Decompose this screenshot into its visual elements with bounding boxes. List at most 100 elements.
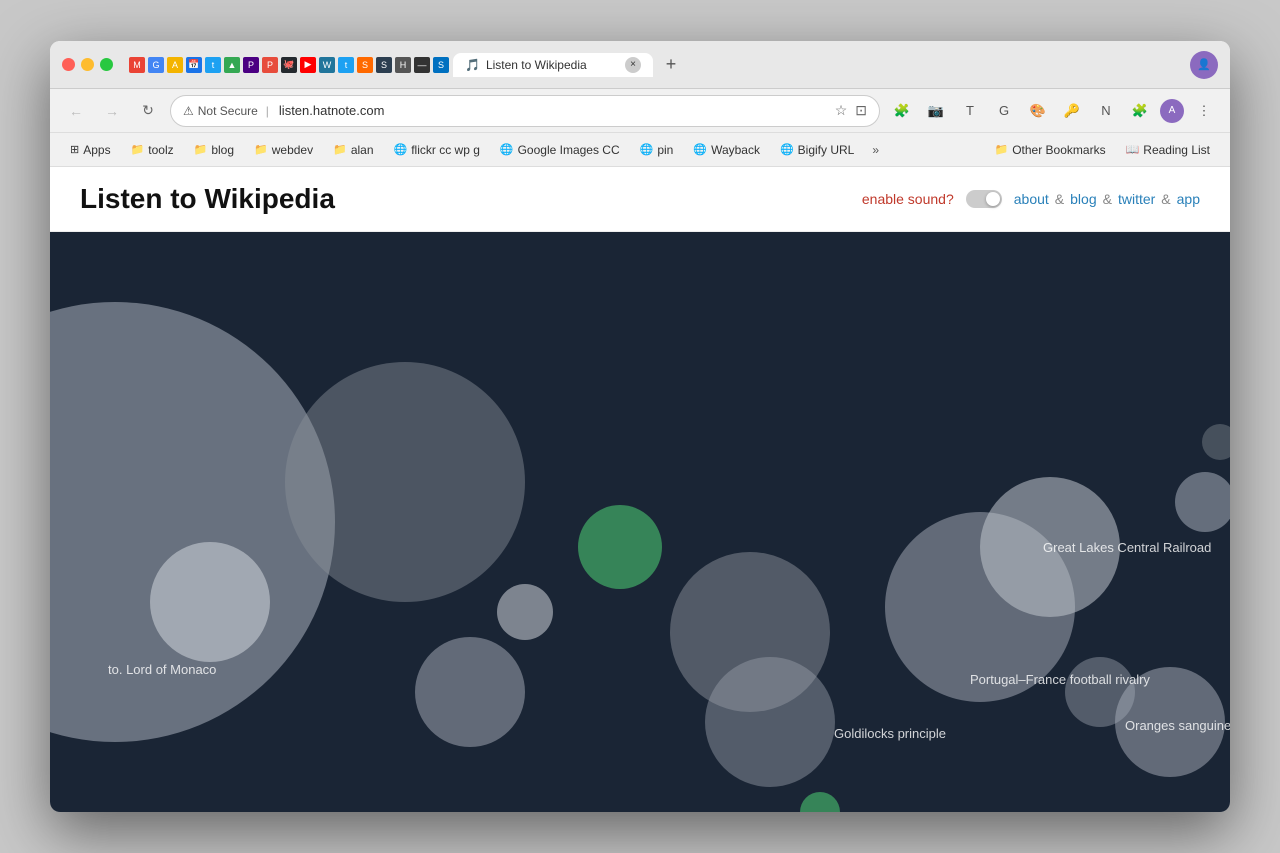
traffic-lights (62, 58, 113, 71)
bubble-b14 (1175, 472, 1230, 532)
title-bar: M G A 📅 t ▲ P P 🐙 ▶ W t S S H — S 🎵 (50, 41, 1230, 89)
bookmark-apps-label: Apps (83, 143, 110, 157)
bookmark-bigify-label: Bigify URL (798, 143, 855, 157)
folder-icon-3: 📁 (254, 143, 268, 156)
bookmark-wayback[interactable]: 🌐 Wayback (685, 140, 768, 160)
profile-icon: 👤 (1197, 58, 1211, 71)
page-header: Listen to Wikipedia enable sound? about … (50, 167, 1230, 232)
page-title: Listen to Wikipedia (80, 183, 335, 215)
bookmark-flickr-label: flickr cc wp g (411, 143, 480, 157)
tab-icon-tw[interactable]: t (205, 57, 221, 73)
bookmark-alan[interactable]: 📁 alan (325, 140, 381, 160)
tab-close-button[interactable]: × (625, 57, 641, 73)
about-link[interactable]: about (1014, 191, 1049, 207)
twitter-link[interactable]: twitter (1118, 191, 1155, 207)
globe-icon-2: 🌐 (500, 143, 514, 156)
bubble-b15 (1202, 424, 1230, 460)
tab-icon-pb[interactable]: P (243, 57, 259, 73)
back-button[interactable]: ← (62, 97, 90, 125)
active-tab[interactable]: 🎵 Listen to Wikipedia × (453, 53, 653, 77)
url-bar[interactable]: ⚠ Not Secure | listen.hatnote.com ☆ ⊡ (170, 95, 880, 127)
maximize-button[interactable] (100, 58, 113, 71)
grammarly-icon[interactable]: G (990, 97, 1018, 125)
tab-icon-pb2[interactable]: P (262, 57, 278, 73)
bookmark-blog-label: blog (211, 143, 234, 157)
tab-icon-dash[interactable]: — (414, 57, 430, 73)
tab-icon-wp[interactable]: W (319, 57, 335, 73)
translate-icon[interactable]: T (956, 97, 984, 125)
bookmark-reading-list[interactable]: 📖 Reading List (1118, 140, 1218, 160)
bookmark-google-images[interactable]: 🌐 Google Images CC (492, 140, 628, 160)
profile-avatar[interactable]: A (1160, 99, 1184, 123)
folder-icon-other: 📁 (995, 143, 1009, 156)
more-options-button[interactable]: ⋮ (1190, 97, 1218, 125)
tab-icon-hp[interactable]: H (395, 57, 411, 73)
bookmark-star-icon[interactable]: ☆ (835, 102, 848, 119)
globe-icon-4: 🌐 (693, 143, 707, 156)
bookmark-pin-label: pin (657, 143, 673, 157)
tab-icon-a[interactable]: A (167, 57, 183, 73)
reading-list-icon: 📖 (1126, 143, 1140, 156)
tab-icon-tw2[interactable]: t (338, 57, 354, 73)
bookmark-webdev-label: webdev (272, 143, 313, 157)
bookmark-bigify[interactable]: 🌐 Bigify URL (772, 140, 862, 160)
tab-icon-g[interactable]: G (148, 57, 164, 73)
url-actions: ☆ ⊡ (835, 102, 867, 119)
bookmark-google-images-label: Google Images CC (518, 143, 620, 157)
security-indicator: ⚠ Not Secure | (183, 104, 273, 118)
bubble-b26 (150, 542, 270, 662)
puzzle-icon[interactable]: 🧩 (1126, 97, 1154, 125)
globe-icon-5: 🌐 (780, 143, 794, 156)
tab-bar: M G A 📅 t ▲ P P 🐙 ▶ W t S S H — S 🎵 (129, 51, 1182, 79)
tab-icon-so[interactable]: S (357, 57, 373, 73)
tab-icon-cal[interactable]: 📅 (186, 57, 202, 73)
minimize-button[interactable] (81, 58, 94, 71)
tab-icon-s[interactable]: S (433, 57, 449, 73)
tab-icon-gh[interactable]: 🐙 (281, 57, 297, 73)
tab-icon-gmail[interactable]: M (129, 57, 145, 73)
sep-2: & (1103, 191, 1112, 207)
address-bar: ← → ↻ ⚠ Not Secure | listen.hatnote.com … (50, 89, 1230, 133)
new-tab-button[interactable]: + (657, 51, 685, 79)
bubble-b4 (497, 584, 553, 640)
close-button[interactable] (62, 58, 75, 71)
bubble-b7 (705, 657, 835, 787)
color-icon[interactable]: 🎨 (1024, 97, 1052, 125)
1password-icon[interactable]: 🔑 (1058, 97, 1086, 125)
bookmarks-bar: ⊞ Apps 📁 toolz 📁 blog 📁 webdev 📁 alan 🌐 … (50, 133, 1230, 167)
bookmark-blog[interactable]: 📁 blog (186, 140, 242, 160)
profile-button[interactable]: 👤 (1190, 51, 1218, 79)
sep-1: & (1055, 191, 1064, 207)
tab-icon-gd[interactable]: ▲ (224, 57, 240, 73)
sound-toggle[interactable] (966, 190, 1002, 208)
notion-icon[interactable]: N (1092, 97, 1120, 125)
tab-icon-yt[interactable]: ▶ (300, 57, 316, 73)
active-tab-label: Listen to Wikipedia (486, 58, 587, 72)
bookmark-reading-list-label: Reading List (1143, 143, 1210, 157)
cast-icon[interactable]: ⊡ (855, 102, 867, 119)
bubble-b2 (285, 362, 525, 602)
active-tab-favicon: 🎵 (465, 58, 480, 72)
bookmark-other[interactable]: 📁 Other Bookmarks (987, 140, 1114, 160)
app-link[interactable]: app (1177, 191, 1200, 207)
tab-icon-sp[interactable]: S (376, 57, 392, 73)
reload-button[interactable]: ↻ (134, 97, 162, 125)
extensions-icon[interactable]: 🧩 (888, 97, 916, 125)
bookmarks-more-button[interactable]: » (866, 140, 885, 160)
enable-sound-link[interactable]: enable sound? (862, 191, 954, 207)
bookmark-pin[interactable]: 🌐 pin (632, 140, 682, 160)
forward-button[interactable]: → (98, 97, 126, 125)
bookmark-webdev[interactable]: 📁 webdev (246, 140, 321, 160)
blog-link[interactable]: blog (1070, 191, 1096, 207)
screenshot-icon[interactable]: 📷 (922, 97, 950, 125)
bookmark-toolz[interactable]: 📁 toolz (123, 140, 182, 160)
folder-icon-2: 📁 (194, 143, 208, 156)
globe-icon-3: 🌐 (640, 143, 654, 156)
bubble-b3 (415, 637, 525, 747)
bookmark-apps[interactable]: ⊞ Apps (62, 140, 119, 160)
warning-icon: ⚠ (183, 104, 194, 118)
browser-actions: 🧩 📷 T G 🎨 🔑 N 🧩 A ⋮ (888, 97, 1218, 125)
bookmark-flickr[interactable]: 🌐 flickr cc wp g (386, 140, 488, 160)
bubble-b13 (1115, 667, 1225, 777)
apps-icon: ⊞ (70, 143, 79, 156)
